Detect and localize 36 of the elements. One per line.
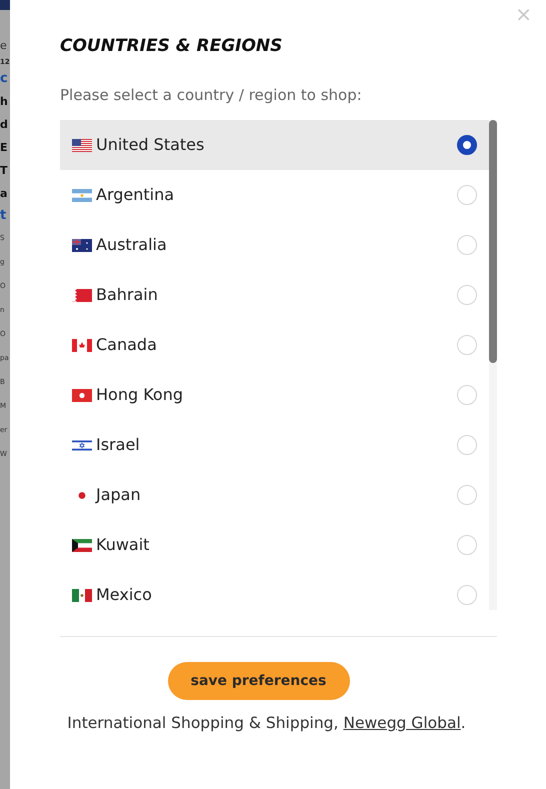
- country-name: Hong Kong: [96, 384, 184, 406]
- flag-icon: [72, 438, 92, 452]
- flag-icon: [72, 588, 92, 602]
- newegg-global-link[interactable]: Newegg Global: [343, 714, 461, 732]
- page-text-fragment: d: [0, 116, 8, 132]
- flag-icon: [72, 138, 92, 152]
- dialog-title: COUNTRIES & REGIONS: [60, 35, 282, 58]
- page-text-fragment: h: [0, 94, 8, 110]
- country-name: Australia: [96, 234, 168, 256]
- page-text-fragment: e: [0, 38, 7, 54]
- flag-icon: [72, 238, 92, 252]
- country-option[interactable]: United States: [60, 120, 489, 170]
- scrollbar[interactable]: [489, 120, 497, 610]
- country-name: Canada: [96, 334, 158, 356]
- flag-icon: [72, 388, 92, 402]
- flag-icon: [72, 338, 92, 352]
- page-text-fragment: t: [0, 206, 6, 224]
- country-name: Argentina: [96, 184, 176, 206]
- country-name: Bahrain: [96, 284, 159, 306]
- page-text-fragment: c: [0, 70, 8, 88]
- save-preferences-button[interactable]: save preferences: [168, 662, 350, 700]
- radio-button[interactable]: [457, 135, 477, 155]
- flag-icon: [72, 188, 92, 202]
- dialog-prompt: Please select a country / region to shop:: [60, 85, 362, 106]
- page-text-fragment: a: [0, 186, 8, 202]
- flag-icon: [72, 288, 92, 302]
- flag-icon: [72, 538, 92, 552]
- country-name: United States: [96, 134, 206, 156]
- page-text-fragment: T: [0, 162, 8, 178]
- country-name: Japan: [96, 484, 142, 506]
- country-name: Kuwait: [96, 534, 150, 556]
- country-name: Israel: [96, 434, 141, 456]
- page-text-fragment: E: [0, 140, 8, 156]
- country-name: Mexico: [96, 584, 153, 606]
- page-header-bar: [0, 0, 10, 10]
- footer-text: International Shopping & Shipping, Newegg Global.: [67, 713, 466, 734]
